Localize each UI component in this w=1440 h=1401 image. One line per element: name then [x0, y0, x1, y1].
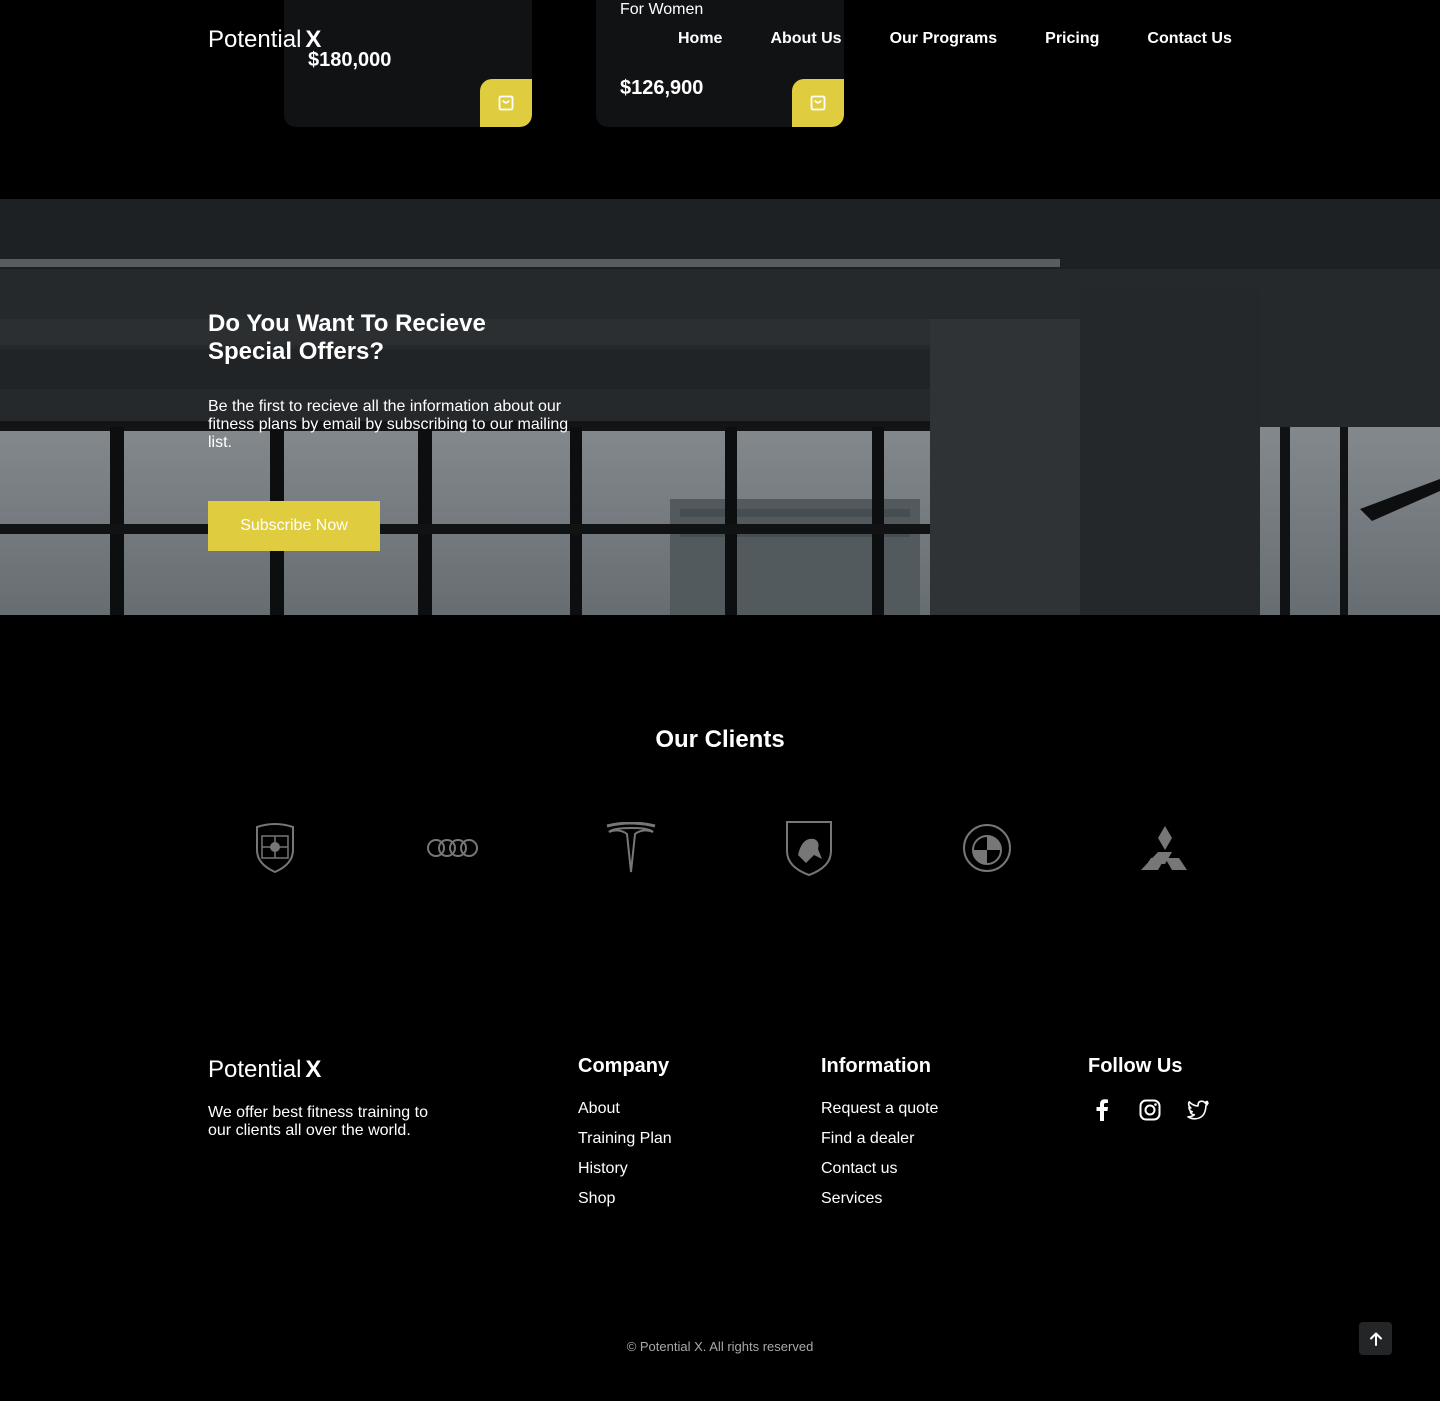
- shopping-bag-icon: [810, 95, 826, 111]
- product-price: $126,900: [620, 77, 704, 99]
- subscribe-text: Be the first to recieve all the informat…: [208, 398, 569, 451]
- footer-logo-mark: X: [305, 1056, 322, 1083]
- footer-link-history[interactable]: History: [578, 1160, 672, 1190]
- site-logo[interactable]: Potential X: [208, 26, 321, 54]
- footer-follow-title: Follow Us: [1088, 1055, 1183, 1077]
- footer-description: We offer best fitness training to our cl…: [208, 1104, 428, 1139]
- subscribe-button[interactable]: Subscribe Now: [208, 501, 380, 551]
- copyright-text: © Potential X. All rights reserved: [626, 1339, 814, 1354]
- shopping-bag-icon: [498, 95, 514, 111]
- product-card: For Women $126,900: [596, 0, 844, 127]
- tesla-logo-icon: [601, 818, 661, 878]
- nav-about-us[interactable]: About Us: [770, 30, 841, 48]
- lamborghini-logo-icon: [779, 818, 839, 878]
- nav-contact-us[interactable]: Contact Us: [1147, 30, 1231, 48]
- bmw-logo-icon: [957, 818, 1017, 878]
- add-to-cart-button[interactable]: [480, 79, 532, 127]
- facebook-icon[interactable]: [1090, 1098, 1114, 1122]
- clients-title: Our Clients: [655, 726, 785, 753]
- footer-link-services[interactable]: Services: [821, 1190, 938, 1220]
- footer-link-shop[interactable]: Shop: [578, 1190, 672, 1220]
- footer-link-find-dealer[interactable]: Find a dealer: [821, 1130, 938, 1160]
- footer-company-column: Company About Training Plan History Shop: [578, 1055, 672, 1220]
- product-card: $180,000: [284, 0, 532, 127]
- audi-logo-icon: [423, 818, 483, 878]
- footer-logo[interactable]: Potential X: [208, 1056, 321, 1084]
- nav-our-programs[interactable]: Our Programs: [890, 30, 998, 48]
- instagram-icon[interactable]: [1138, 1098, 1162, 1122]
- nav-home[interactable]: Home: [678, 30, 722, 48]
- footer-information-column: Information Request a quote Find a deale…: [821, 1055, 938, 1220]
- product-subtitle: For Women: [620, 1, 704, 18]
- footer-logo-text: Potential: [208, 1056, 302, 1083]
- porsche-logo-icon: [245, 818, 305, 878]
- mitsubishi-logo-icon: [1135, 818, 1195, 878]
- social-links: [1088, 1098, 1210, 1122]
- logo-mark: X: [305, 26, 322, 53]
- footer-link-training-plan[interactable]: Training Plan: [578, 1130, 672, 1160]
- main-nav: Home About Us Our Programs Pricing Conta…: [678, 30, 1232, 48]
- footer-link-about[interactable]: About: [578, 1100, 672, 1130]
- twitter-icon[interactable]: [1186, 1098, 1210, 1122]
- nav-pricing[interactable]: Pricing: [1045, 30, 1099, 48]
- arrow-up-icon: [1369, 1332, 1382, 1346]
- scroll-to-top-button[interactable]: [1359, 1322, 1392, 1355]
- footer-link-contact-us[interactable]: Contact us: [821, 1160, 938, 1190]
- footer-follow-column: Follow Us: [1088, 1055, 1210, 1122]
- footer-link-request-quote[interactable]: Request a quote: [821, 1100, 938, 1130]
- logo-text: Potential: [208, 26, 302, 53]
- add-to-cart-button[interactable]: [792, 79, 844, 127]
- subscribe-title: Do You Want To Recieve Special Offers?: [208, 310, 486, 365]
- footer-company-title: Company: [578, 1055, 670, 1077]
- subscribe-section: Do You Want To Recieve Special Offers? B…: [0, 199, 1440, 615]
- footer-information-title: Information: [821, 1055, 931, 1077]
